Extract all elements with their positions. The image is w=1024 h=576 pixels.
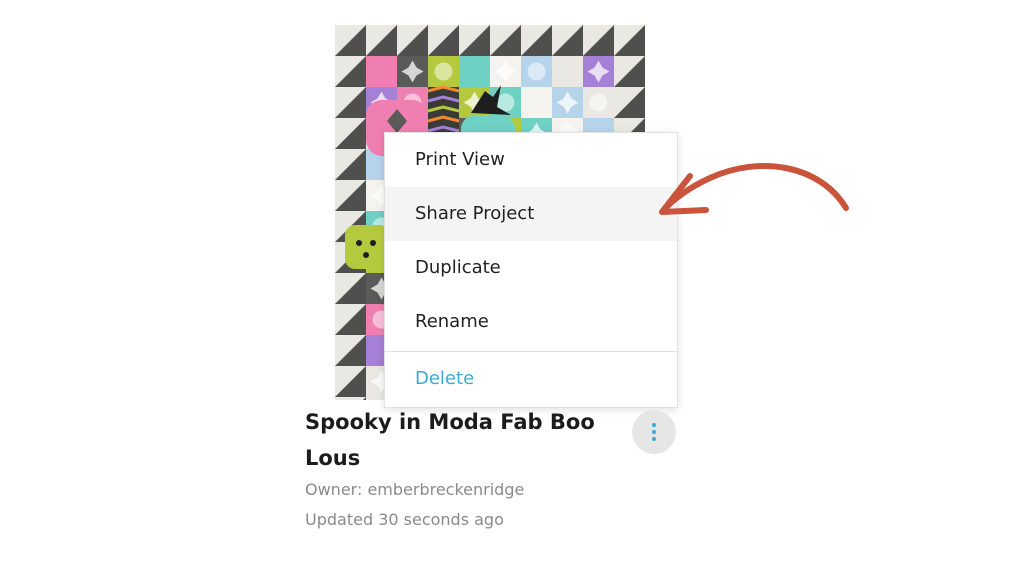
- project-owner: Owner: emberbreckenridge: [305, 480, 525, 499]
- more-vertical-icon: [652, 423, 656, 427]
- more-vertical-icon-dot: [652, 430, 656, 434]
- menu-item-share-project[interactable]: Share Project: [385, 187, 677, 241]
- project-title[interactable]: Spooky in Moda Fab Boo Lous: [305, 404, 595, 476]
- more-vertical-icon-dot: [652, 437, 656, 441]
- project-card: Print View Share Project Duplicate Renam…: [300, 20, 700, 560]
- menu-item-delete[interactable]: Delete: [385, 352, 677, 406]
- more-options-button[interactable]: [632, 410, 676, 454]
- menu-item-duplicate[interactable]: Duplicate: [385, 241, 677, 295]
- project-updated: Updated 30 seconds ago: [305, 510, 504, 529]
- menu-item-rename[interactable]: Rename: [385, 295, 677, 349]
- menu-item-print-view[interactable]: Print View: [385, 133, 677, 187]
- curved-arrow-annotation: [659, 163, 849, 215]
- context-menu: Print View Share Project Duplicate Renam…: [384, 132, 678, 408]
